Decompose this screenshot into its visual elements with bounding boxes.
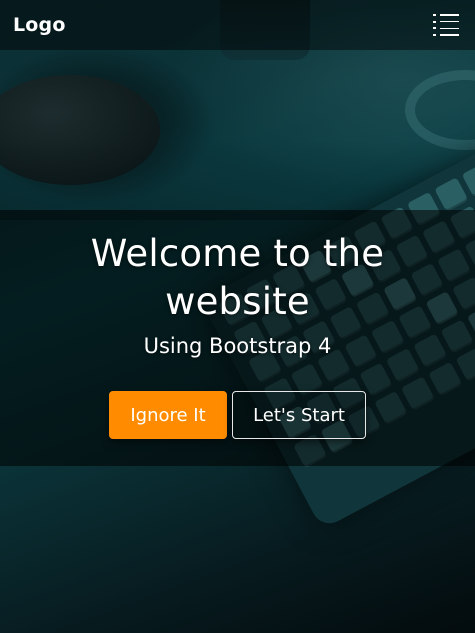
- navbar: Logo: [0, 0, 475, 50]
- keyboard-key: [434, 177, 469, 212]
- menu-line: [433, 20, 459, 23]
- lets-start-button[interactable]: Let's Start: [232, 391, 366, 439]
- page: Logo Welcome to the website Using Bootst…: [0, 0, 475, 633]
- menu-line: [433, 27, 459, 30]
- ignore-it-button[interactable]: Ignore It: [109, 391, 227, 439]
- hero-title: Welcome to the website: [90, 232, 385, 323]
- menu-line: [433, 14, 459, 16]
- list-menu-icon[interactable]: [433, 14, 459, 36]
- hero-section: Welcome to the website Using Bootstrap 4…: [0, 210, 475, 466]
- brand-logo[interactable]: Logo: [13, 14, 66, 36]
- background-headphones-image: [405, 70, 475, 150]
- menu-line: [433, 33, 459, 36]
- hero-button-group: Ignore It Let's Start: [109, 391, 366, 439]
- hero-subtitle: Using Bootstrap 4: [143, 334, 332, 358]
